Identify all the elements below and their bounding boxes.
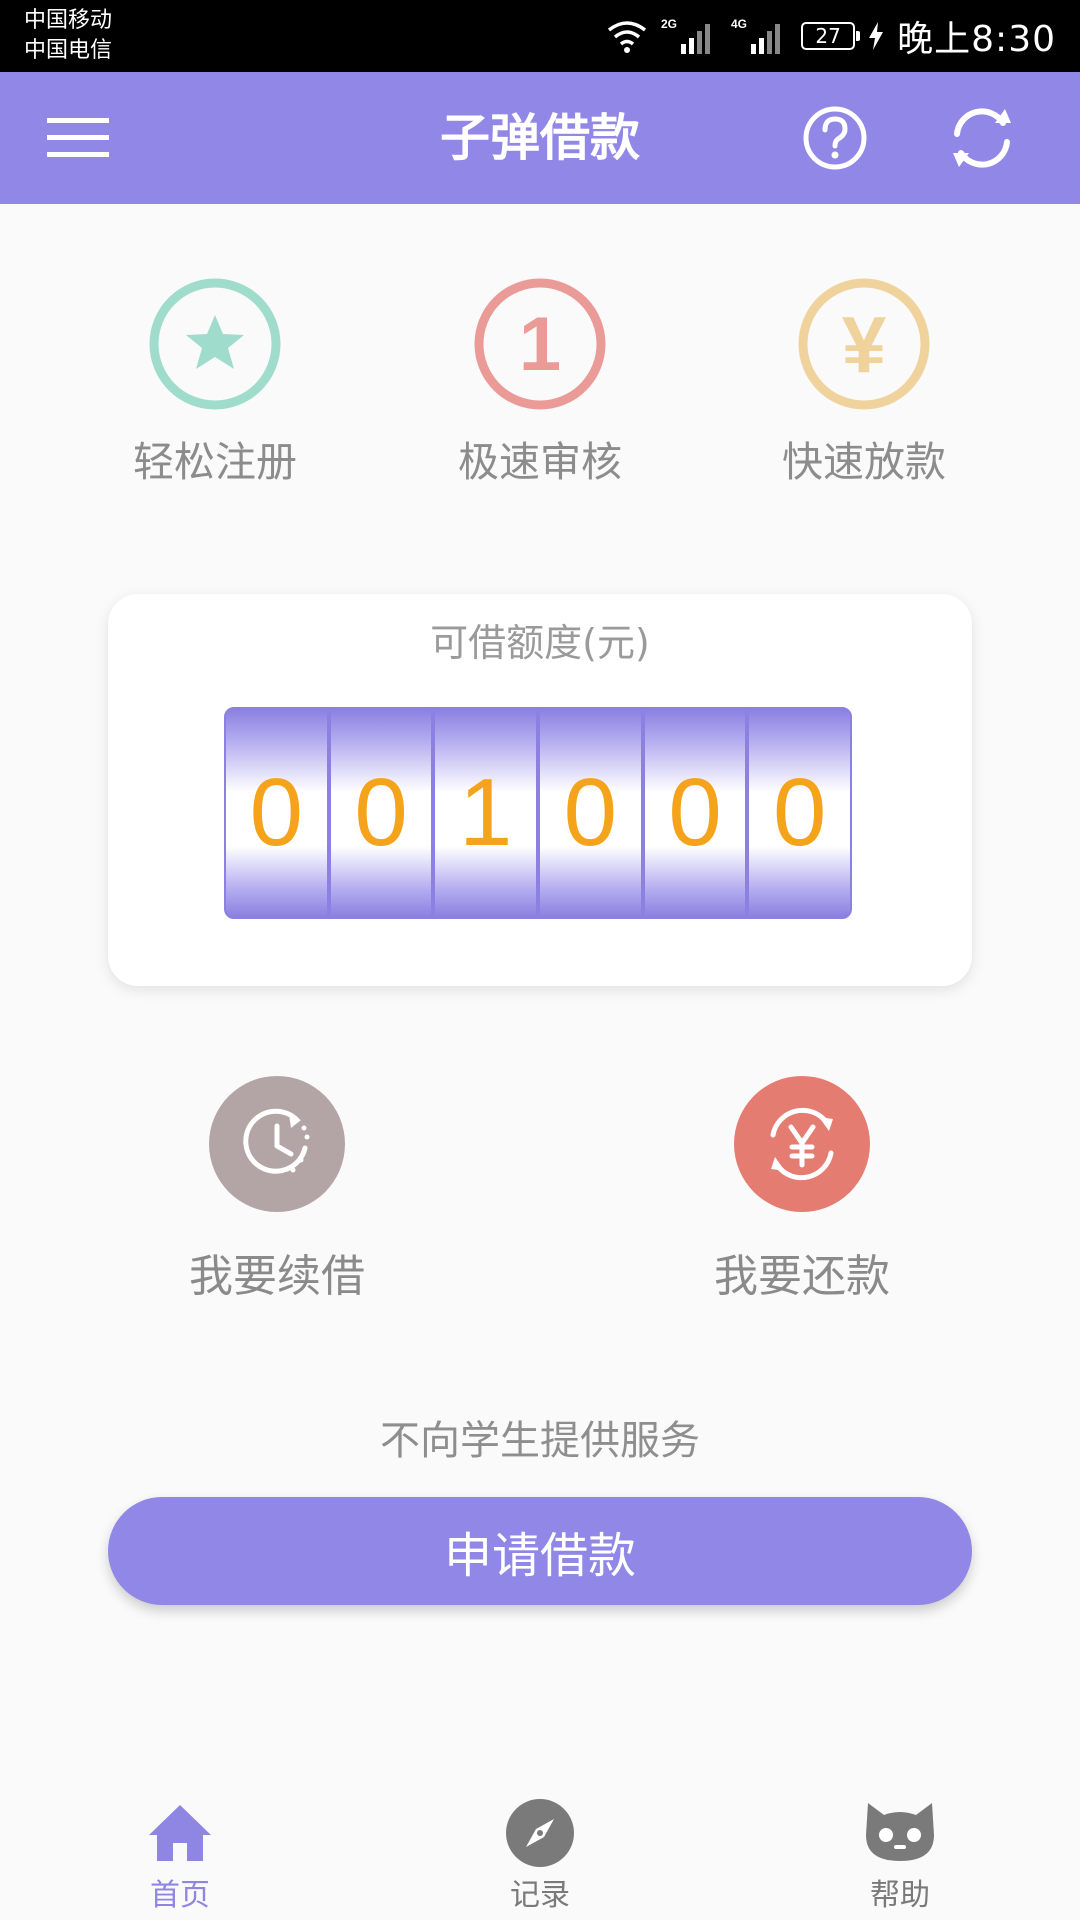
number-one-glyph: 1 xyxy=(519,302,561,387)
number-one-icon: 1 xyxy=(474,278,606,410)
feature-label: 轻松注册 xyxy=(133,438,297,486)
digit: 0 xyxy=(330,709,432,917)
nav-item-records[interactable]: 记录 xyxy=(440,1776,640,1920)
credit-limit-odometer: 0 0 1 0 0 0 xyxy=(224,707,852,919)
digit: 0 xyxy=(226,709,327,917)
clock-renew-icon xyxy=(209,1076,345,1212)
repay-loan-button[interactable]: 我要还款 xyxy=(652,1076,952,1304)
compass-icon xyxy=(440,1796,640,1870)
carrier-info: 中国移动 中国电信 xyxy=(24,6,112,66)
battery-icon: 27 xyxy=(801,22,861,50)
bottom-nav: 首页 记录 帮助 xyxy=(0,1776,1080,1920)
feature-label: 快速放款 xyxy=(782,438,946,486)
yuan-icon: ¥ xyxy=(798,278,930,410)
digit: 1 xyxy=(435,709,537,917)
yuan-exchange-icon xyxy=(734,1076,870,1212)
signal-icon: 2G xyxy=(661,17,711,54)
network-4g: 4G xyxy=(731,17,747,31)
help-icon xyxy=(803,106,867,170)
star-icon xyxy=(149,278,281,410)
status-bar: 中国移动 中国电信 2G 4G 27 晚上8:30 xyxy=(0,0,1080,72)
home-icon xyxy=(80,1796,280,1870)
renew-loan-label: 我要续借 xyxy=(189,1251,365,1302)
status-indicators: 2G 4G 27 晚上8:30 xyxy=(607,10,1056,62)
refresh-button[interactable] xyxy=(940,96,1024,180)
nav-item-home[interactable]: 首页 xyxy=(80,1776,280,1920)
digit: 0 xyxy=(749,709,850,917)
renew-loan-button[interactable]: 我要续借 xyxy=(127,1076,427,1304)
credit-limit-card: 可借额度(元) 0 0 1 0 0 0 xyxy=(108,594,972,986)
menu-icon xyxy=(47,118,109,157)
github-cat-icon xyxy=(800,1796,1000,1870)
feature-easy-register: 轻松注册 xyxy=(95,278,335,488)
app-title: 子弹借款 xyxy=(440,109,640,167)
credit-limit-title: 可借额度(元) xyxy=(430,621,650,665)
clock: 晚上8:30 xyxy=(897,19,1056,60)
yuan-glyph: ¥ xyxy=(842,300,887,389)
signal-icon-2: 4G xyxy=(731,17,781,54)
help-button[interactable] xyxy=(793,96,877,180)
wifi-icon xyxy=(608,21,647,53)
nav-label: 首页 xyxy=(150,1878,210,1913)
digit: 0 xyxy=(540,709,641,917)
carrier-1: 中国移动 xyxy=(24,8,113,33)
charging-icon xyxy=(869,22,884,50)
repay-loan-label: 我要还款 xyxy=(714,1251,890,1302)
network-2g: 2G xyxy=(661,17,677,31)
refresh-icon xyxy=(953,108,1011,168)
feature-fast-review: 1 极速审核 xyxy=(420,278,660,488)
feature-label: 极速审核 xyxy=(458,438,622,486)
menu-button[interactable] xyxy=(36,96,120,180)
app-bar: 子弹借款 xyxy=(0,72,1080,204)
nav-label: 帮助 xyxy=(870,1878,930,1913)
feature-quick-loan: ¥ 快速放款 xyxy=(744,278,984,488)
nav-item-help[interactable]: 帮助 xyxy=(800,1776,1000,1920)
no-student-notice: 不向学生提供服务 xyxy=(380,1418,700,1464)
nav-label: 记录 xyxy=(510,1878,570,1913)
apply-loan-button[interactable]: 申请借款 xyxy=(108,1497,972,1605)
digit: 0 xyxy=(644,709,746,917)
carrier-2: 中国电信 xyxy=(24,38,113,63)
